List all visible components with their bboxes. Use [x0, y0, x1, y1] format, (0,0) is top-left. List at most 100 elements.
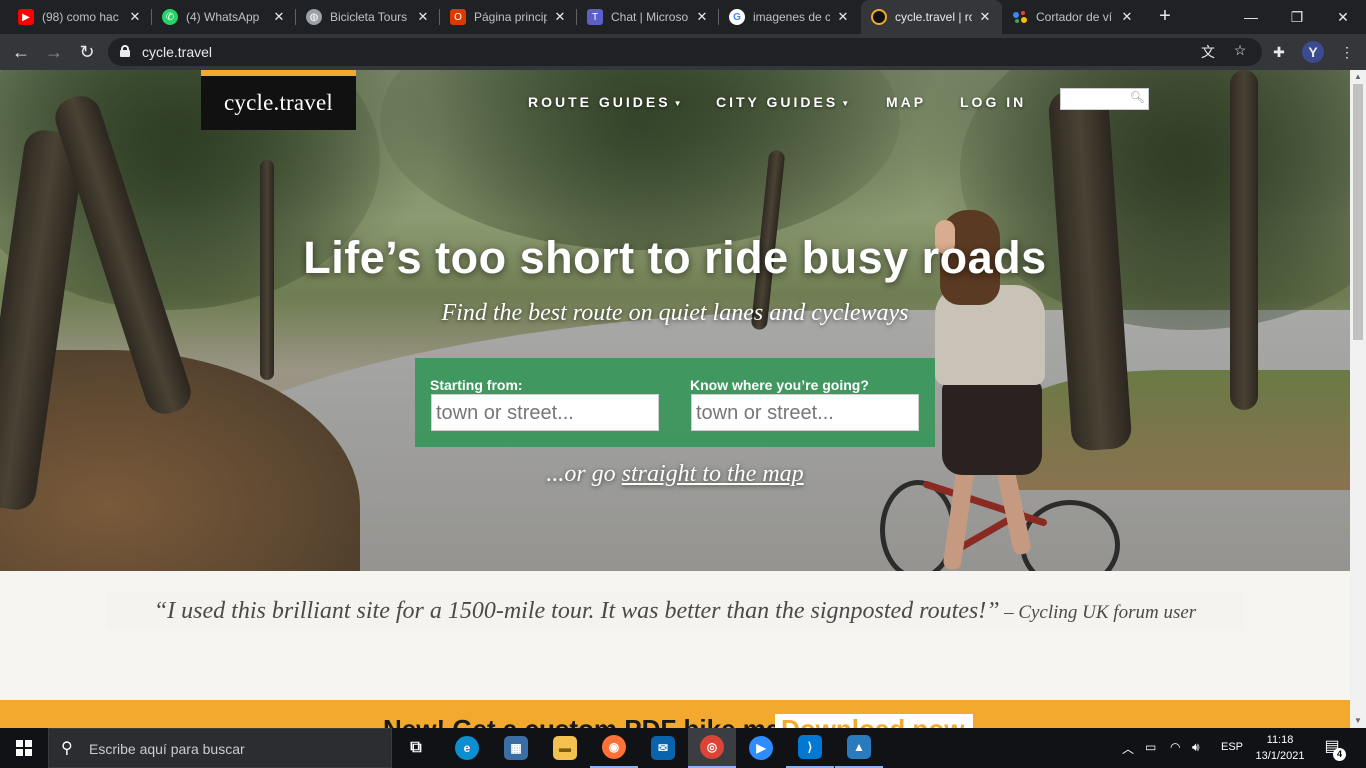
tab-google-images[interactable]: G imagenes de c ✕ [719, 0, 860, 34]
address-bar[interactable]: cycle.travel 文 ☆ [108, 38, 1262, 66]
nav-city-guides[interactable]: CITY GUIDES ▼ [716, 94, 849, 110]
translate-icon[interactable]: 文 [1198, 42, 1218, 62]
testimonial-attribution: – Cycling UK forum user [1004, 602, 1197, 623]
volume-icon[interactable]: 🔊︎ [1192, 740, 1200, 755]
taskbar-file-explorer[interactable]: ▬ [541, 728, 589, 768]
page-scrollbar[interactable]: ▲ ▼ [1350, 70, 1366, 728]
taskbar-chrome[interactable]: ◎ [688, 728, 736, 768]
close-tab-icon[interactable]: ✕ [1120, 9, 1134, 25]
hero-headline: Life’s too short to ride busy roads [303, 232, 1047, 283]
back-button[interactable]: ← [10, 41, 32, 63]
close-tab-icon[interactable]: ✕ [836, 9, 850, 25]
task-view-icon: ⧉ [410, 739, 422, 756]
firefox-icon: ◉ [602, 735, 626, 759]
taskbar-store[interactable]: ▦ [492, 728, 540, 768]
close-window-button[interactable]: ✕ [1320, 0, 1366, 34]
go-prefix-text: ...or go [546, 461, 622, 487]
testimonial: “I used this brilliant site for a 1500-m… [107, 598, 1243, 625]
nav-label: ROUTE GUIDES [528, 94, 671, 110]
search-icon[interactable]: 🔍︎ [1130, 90, 1145, 104]
caret-down-icon: ▼ [673, 98, 682, 108]
nav-label: CITY GUIDES [716, 94, 839, 110]
bookmark-star-icon[interactable]: ☆ [1230, 42, 1250, 59]
photos-icon: ▲ [847, 735, 871, 759]
close-tab-icon[interactable]: ✕ [272, 9, 286, 25]
restore-button[interactable]: ❐ [1274, 0, 1320, 34]
url-text[interactable]: cycle.travel [142, 44, 212, 60]
close-tab-icon[interactable]: ✕ [416, 9, 430, 25]
input-language-indicator[interactable]: ESP [1221, 741, 1243, 753]
go-to-map-line: ...or go straight to the map [0, 461, 1350, 488]
vscode-icon: ⟩ [798, 735, 822, 759]
lock-icon[interactable] [120, 45, 130, 57]
clock-time: 11:18 [1266, 734, 1294, 746]
task-view-button[interactable]: ⧉ [392, 728, 440, 768]
close-tab-icon[interactable]: ✕ [978, 9, 992, 25]
wifi-icon[interactable]: ◠ [1170, 740, 1180, 754]
search-icon: ⚲ [61, 740, 73, 757]
browser-tab-strip: ▶ (98) como hac ✕ ✆ (4) WhatsApp ✕ ◍ Bic… [0, 0, 1366, 34]
battery-icon[interactable]: ▭ [1145, 740, 1156, 754]
forward-button[interactable]: → [43, 41, 65, 63]
reload-button[interactable]: ↻ [76, 41, 98, 63]
scroll-up-icon[interactable]: ▲ [1350, 70, 1366, 84]
close-tab-icon[interactable]: ✕ [695, 9, 709, 25]
start-label: Starting from: [430, 377, 523, 393]
close-tab-icon[interactable]: ✕ [553, 9, 567, 25]
scrollbar-thumb[interactable] [1353, 84, 1363, 340]
site-logo[interactable]: cycle.travel [201, 70, 356, 130]
testimonial-quote: “I used this brilliant site for a 1500-m… [153, 598, 1000, 624]
taskbar-photos[interactable]: ▲ [835, 728, 883, 768]
tab-youtube[interactable]: ▶ (98) como hac ✕ [8, 0, 152, 34]
profile-avatar-icon[interactable]: Y [1302, 41, 1324, 63]
taskbar-edge[interactable]: e [443, 728, 491, 768]
tab-cortador[interactable]: Cortador de ví ✕ [1002, 0, 1144, 34]
site-search-input[interactable]: 🔍︎ [1060, 88, 1149, 110]
nav-route-guides[interactable]: ROUTE GUIDES ▼ [528, 94, 682, 110]
taskbar-mail[interactable]: ✉ [639, 728, 687, 768]
tab-whatsapp[interactable]: ✆ (4) WhatsApp ✕ [152, 0, 296, 34]
taskbar-vscode[interactable]: ⟩ [786, 728, 834, 768]
edge-icon: e [455, 736, 479, 760]
tab-teams[interactable]: T Chat | Microso ✕ [577, 0, 719, 34]
close-tab-icon[interactable]: ✕ [128, 9, 142, 25]
tab-title: (98) como hac [42, 10, 119, 24]
nav-login[interactable]: LOG IN [960, 94, 1026, 110]
destination-input[interactable]: town or street... [691, 394, 919, 431]
taskbar-zoom[interactable]: ▶ [737, 728, 785, 768]
minimize-button[interactable]: — [1228, 0, 1274, 34]
show-hidden-icons-chevron[interactable]: ︿ [1122, 740, 1134, 757]
assistant-icon [1012, 9, 1028, 25]
office-icon: O [450, 9, 466, 25]
download-now-button[interactable]: Download now [775, 714, 973, 728]
straight-to-map-link[interactable]: straight to the map [622, 461, 804, 487]
file-explorer-icon: ▬ [553, 736, 577, 760]
destination-placeholder: town or street... [696, 402, 834, 424]
tab-cycle-travel[interactable]: cycle.travel | ro ✕ [861, 0, 1002, 34]
action-center-button[interactable]: ▤ 4 [1320, 736, 1346, 761]
new-tab-button[interactable]: + [1153, 5, 1177, 29]
start-location-input[interactable]: town or street... [431, 394, 659, 431]
start-button[interactable] [0, 728, 48, 768]
caret-down-icon: ▼ [841, 98, 850, 108]
promo-text: New! Get a custom PDF bike map [383, 714, 796, 728]
extensions-icon[interactable]: ✚ [1268, 41, 1290, 63]
tab-title: Chat | Microso [611, 10, 689, 24]
tab-bicicleta-tours[interactable]: ◍ Bicicleta Tours ✕ [296, 0, 440, 34]
taskbar-firefox[interactable]: ◉ [590, 728, 638, 768]
windows-logo-icon [16, 740, 32, 756]
taskbar-search-box[interactable]: ⚲ Escribe aquí para buscar [48, 728, 392, 768]
system-clock[interactable]: 11:18 13/1/2021 [1248, 732, 1312, 764]
scroll-down-icon[interactable]: ▼ [1350, 714, 1366, 728]
mail-icon: ✉ [651, 736, 675, 760]
google-icon: G [729, 9, 745, 25]
tab-title: imagenes de c [753, 10, 830, 24]
tab-title: cycle.travel | ro [895, 10, 972, 24]
testimonial-band: “I used this brilliant site for a 1500-m… [107, 592, 1243, 630]
clock-date: 13/1/2021 [1255, 750, 1305, 762]
globe-icon: ◍ [306, 9, 322, 25]
menu-kebab-icon[interactable]: ⋮ [1336, 41, 1358, 63]
nav-map[interactable]: MAP [886, 94, 926, 110]
tab-office[interactable]: O Página princip ✕ [440, 0, 577, 34]
hero-banner: cycle.travel ROUTE GUIDES ▼ CITY GUIDES ▼ … [0, 70, 1350, 571]
